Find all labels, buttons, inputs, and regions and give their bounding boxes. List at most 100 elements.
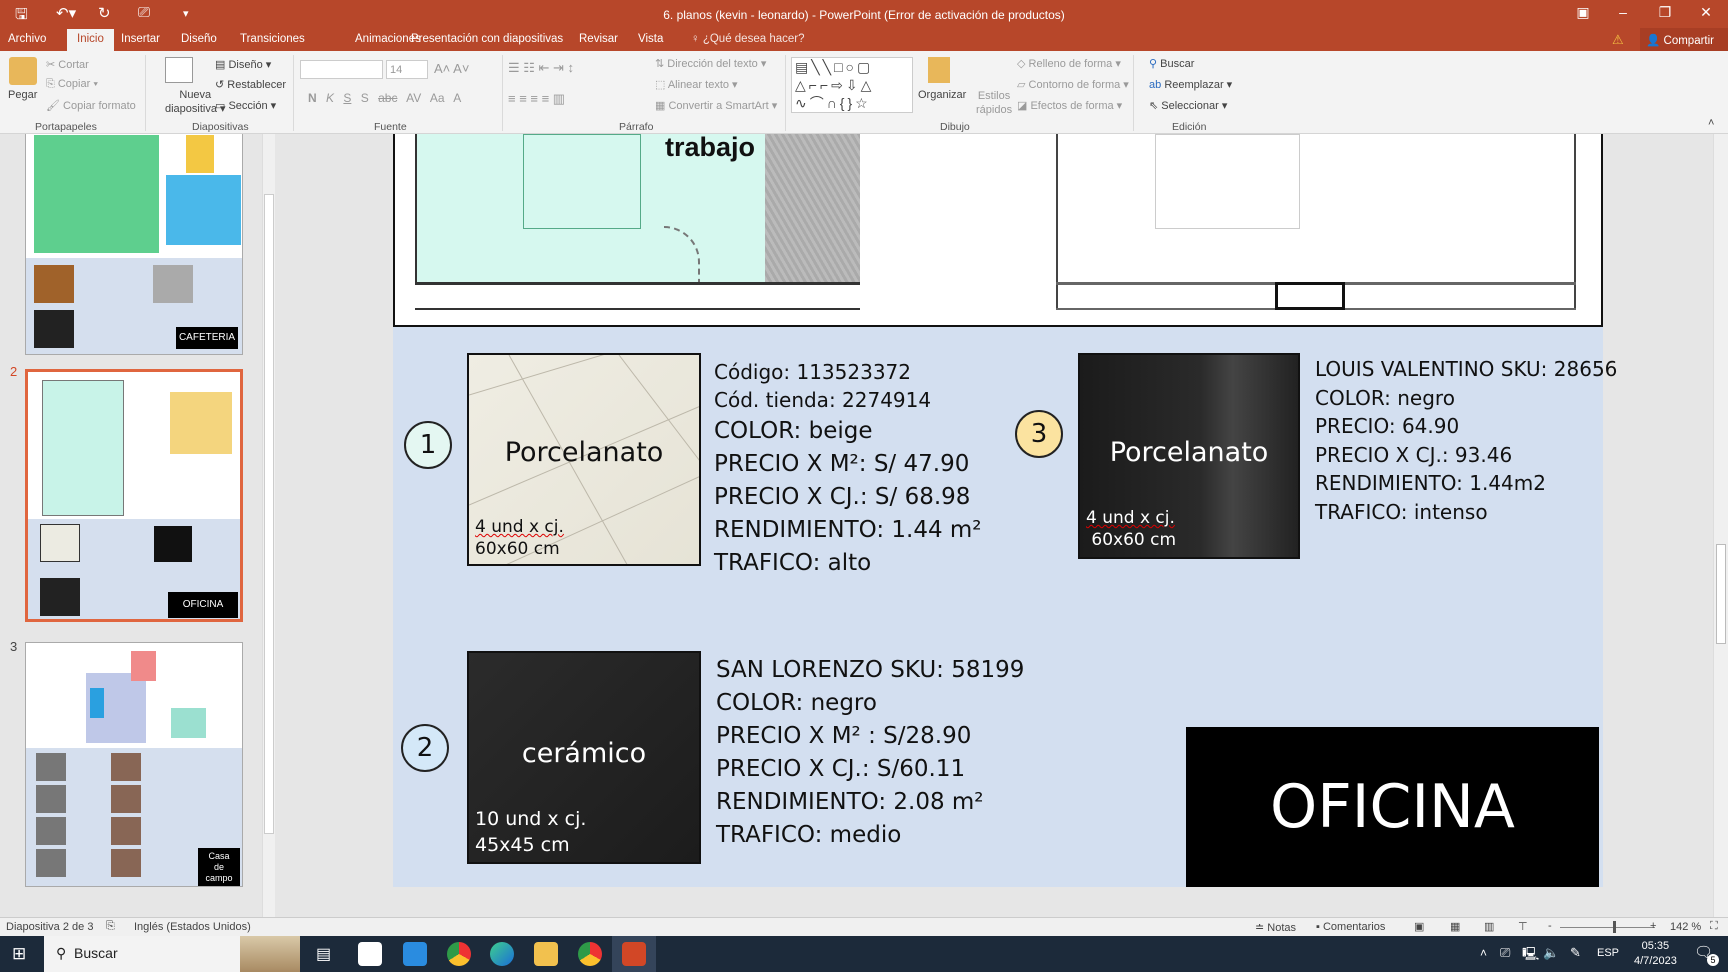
task-view-icon[interactable]: ▤ (316, 944, 331, 964)
network-icon[interactable]: 🖳 (1522, 945, 1539, 967)
thumbnail-slide-3[interactable]: Casa de campo (25, 642, 243, 887)
strikethrough-button[interactable]: abc (378, 91, 397, 105)
new-slide-icon[interactable] (165, 57, 193, 83)
tab-inicio[interactable]: Inicio (67, 29, 114, 51)
italic-button[interactable]: K (326, 91, 334, 105)
font-name-input[interactable] (300, 60, 383, 79)
notes-button[interactable]: ≐ Notas (1255, 921, 1296, 934)
change-case-button[interactable]: Aa (430, 91, 445, 105)
tab-archivo[interactable]: Archivo (2, 33, 52, 45)
collapse-ribbon-icon[interactable]: ˄ (1708, 117, 1714, 129)
tab-revisar[interactable]: Revisar (573, 33, 624, 45)
close-button[interactable]: ✕ (1686, 4, 1726, 21)
font-color-button[interactable]: A (453, 91, 461, 105)
normal-view-icon[interactable]: ▣ (1414, 920, 1424, 933)
chrome-profile-icon[interactable] (578, 942, 602, 966)
slide-sorter-icon[interactable]: ▦ (1450, 920, 1460, 933)
arrange-button[interactable]: Organizar (918, 89, 966, 101)
powerpoint-icon (622, 942, 646, 966)
zoom-slider[interactable] (1560, 927, 1655, 928)
zoom-out-button[interactable]: - (1548, 920, 1552, 932)
info-line: PRECIO X M² : S/28.90 (716, 723, 972, 749)
zoom-slider-thumb[interactable] (1613, 921, 1617, 933)
section-button[interactable]: ▭ Sección ▾ (215, 99, 276, 112)
shadow-button[interactable]: S (361, 91, 369, 105)
info-line: PRECIO X CJ.: S/ 68.98 (714, 484, 971, 510)
zoom-level[interactable]: 142 % (1670, 921, 1701, 933)
align-buttons[interactable]: ≡ ≡ ≡ ≡ ▥ (508, 91, 565, 107)
powerpoint-taskbar-button[interactable] (612, 936, 656, 972)
tab-presentacion[interactable]: Presentación con diapositivas (405, 33, 569, 45)
search-icon: ⚲ (56, 945, 67, 961)
chrome-icon[interactable] (447, 942, 471, 966)
paste-icon[interactable] (9, 57, 37, 85)
meet-icon[interactable]: ⎚ (1500, 945, 1510, 961)
edge-icon[interactable] (490, 942, 514, 966)
scrollbar-thumb[interactable] (264, 194, 274, 834)
text-direction-button[interactable]: ⇅ Dirección del texto ▾ (655, 57, 766, 70)
show-hidden-icons[interactable]: ˄ (1480, 946, 1487, 960)
shape-effects-button[interactable]: ◪ Efectos de forma ▾ (1017, 99, 1122, 112)
zoom-in-button[interactable]: + (1650, 920, 1656, 932)
shapes-gallery[interactable]: ▤╲╲□○▢ △⌐⌐⇨⇩△ ∿⌒∩{}☆ (791, 57, 913, 113)
tile-details: 10 und x cj. 45x45 cm (475, 808, 587, 856)
tab-insertar[interactable]: Insertar (115, 33, 166, 45)
cut-button[interactable]: ✂ Cortar (46, 58, 89, 71)
editor-scrollbar[interactable] (1713, 134, 1728, 917)
comments-button[interactable]: ▪ Comentarios (1316, 921, 1385, 933)
tab-diseno[interactable]: Diseño (175, 33, 223, 45)
divider (502, 55, 503, 131)
grow-font-button[interactable]: A˄ A˅ (434, 61, 469, 76)
share-button[interactable]: 👤 Compartir (1640, 28, 1728, 51)
format-painter-button[interactable]: 🖌 Copiar formato (46, 99, 136, 112)
replace-button[interactable]: ab Reemplazar ▾ (1149, 78, 1232, 91)
minimize-button[interactable]: – (1603, 4, 1643, 20)
align-text-button[interactable]: ⬚ Alinear texto ▾ (655, 78, 738, 91)
shape-fill-button[interactable]: ◇ Relleno de forma ▾ (1017, 57, 1121, 70)
windows-start-icon[interactable]: ⊞ (12, 944, 26, 964)
select-button[interactable]: ⇖ Seleccionar ▾ (1149, 99, 1227, 112)
list-buttons[interactable]: ☰ ☷ ⇤ ⇥ ↕ (508, 60, 574, 76)
tab-vista[interactable]: Vista (632, 33, 669, 45)
underline-button[interactable]: S (343, 91, 351, 105)
language-status[interactable]: Inglés (Estados Unidos) (134, 921, 251, 933)
slideshow-icon[interactable]: ⊤ (1518, 920, 1528, 933)
divider (785, 55, 786, 131)
bold-button[interactable]: N (308, 91, 317, 105)
input-language[interactable]: ESP (1597, 947, 1619, 959)
shape-outline-button[interactable]: ▱ Contorno de forma ▾ (1017, 78, 1129, 91)
item-info-2: SAN LORENZO SKU: 58199 COLOR: negro PREC… (716, 657, 1024, 855)
find-button[interactable]: ⚲ Buscar (1149, 57, 1194, 70)
thumbnails-scrollbar[interactable] (262, 134, 275, 917)
thumbnail-slide-2[interactable]: OFICINA (25, 369, 243, 622)
copy-button[interactable]: ⎘ Copiar ▾ (46, 78, 98, 91)
volume-icon[interactable]: 🔈 (1543, 945, 1559, 961)
tell-me-search[interactable]: ♀ ¿Qué desea hacer? (685, 33, 810, 45)
quick-styles-button[interactable]: Estilos rápidos (976, 89, 1012, 117)
font-format-buttons[interactable]: N K S S abc AV Aa A (308, 91, 461, 105)
fit-slide-icon[interactable]: ⛶ (1710, 920, 1718, 933)
info-line: SAN LORENZO SKU: 58199 (716, 657, 1025, 683)
arrange-icon[interactable] (928, 57, 950, 83)
pen-icon[interactable]: ✎ (1570, 945, 1581, 961)
tab-transiciones[interactable]: Transiciones (234, 33, 311, 45)
font-size-input[interactable]: 14 (386, 60, 428, 79)
thumbnail-slide-1[interactable]: CAFETERIA (25, 134, 243, 355)
warning-icon[interactable]: ⚠ (1612, 32, 1624, 48)
store-icon[interactable] (358, 942, 382, 966)
file-explorer-icon[interactable] (534, 942, 558, 966)
convert-smartart-button[interactable]: ▦ Convertir a SmartArt ▾ (655, 99, 777, 112)
mail-icon[interactable] (403, 942, 427, 966)
reading-view-icon[interactable]: ▥ (1484, 920, 1494, 933)
layout-button[interactable]: ▤ Diseño ▾ (215, 58, 271, 71)
paste-button[interactable]: Pegar (8, 89, 37, 101)
ribbon-display-icon[interactable]: ▣ (1563, 4, 1603, 21)
scrollbar-thumb[interactable] (1716, 544, 1726, 644)
spacing-button[interactable]: AV (406, 91, 421, 105)
taskbar-search[interactable]: ⚲ Buscar (44, 936, 300, 972)
restore-button[interactable]: ❐ (1645, 4, 1685, 21)
reset-button[interactable]: ↺ Restablecer (215, 78, 286, 91)
clock[interactable]: 05:35 4/7/2023 (1634, 939, 1677, 969)
spellcheck-icon[interactable]: ⎘ (106, 920, 115, 933)
tile-name: Porcelanato (504, 437, 664, 468)
